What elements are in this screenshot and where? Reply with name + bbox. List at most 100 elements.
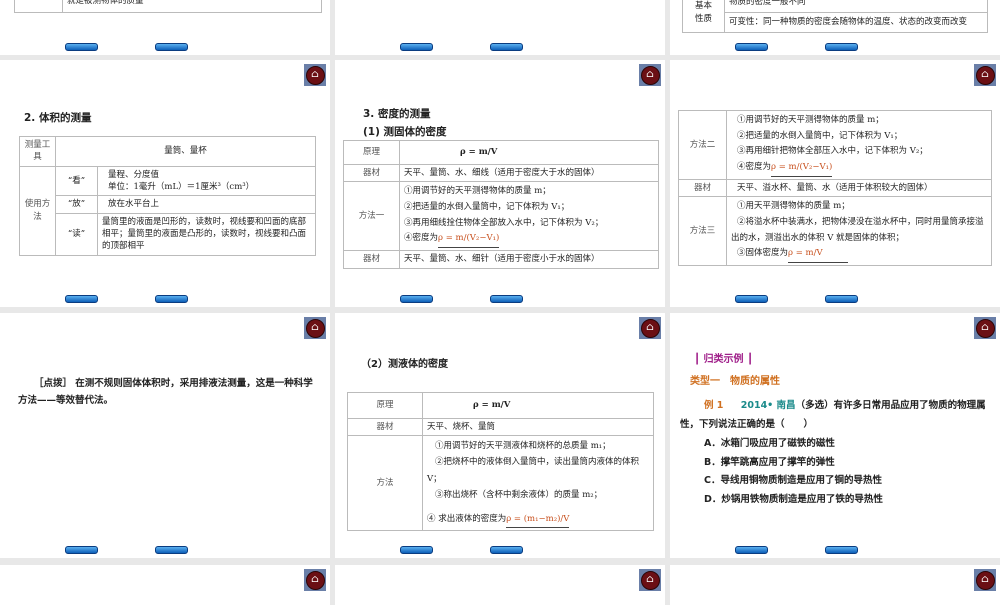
slide-title: 2. 体积的测量 bbox=[24, 112, 92, 124]
slide-subtitle: (1) 测固体的密度 bbox=[363, 126, 447, 138]
slide-thumbnail[interactable]: ⌂ 2. 体积的测量 测量工具 量筒、量杯 使用方法 “看” 量程、分度值 单位：1毫升… bbox=[0, 60, 330, 307]
table-cell: 器材 bbox=[347, 417, 423, 437]
home-icon: ⌂ bbox=[305, 318, 325, 338]
table-cell: ρ = m/V bbox=[399, 140, 659, 165]
table-cell: 就是被测物体的质量 bbox=[62, 0, 322, 13]
table-cell: 器材 bbox=[678, 178, 727, 198]
answer-blank: ρ = m/(V₂−V₁) bbox=[438, 231, 500, 249]
option-d: D．炒锅用铁物质制造是应用了铁的导热性 bbox=[704, 493, 883, 505]
slide-thumbnail[interactable]: ⌂ ［点拨］ 在测不规则固体体积时，采用排液法测量，这是一种科学方法——等效替代… bbox=[0, 313, 330, 558]
home-icon: ⌂ bbox=[975, 570, 995, 590]
table-cell: 器材 bbox=[343, 163, 400, 183]
table-cell: ①用调节好的天平测液体和烧杯的总质量 m₁； ②把烧杯中的液体倒入量筒中，读出量筒… bbox=[422, 435, 654, 532]
prev-page-button[interactable] bbox=[65, 43, 98, 51]
table-cell: 放在水平台上 bbox=[97, 195, 316, 214]
prev-page-button[interactable] bbox=[400, 295, 433, 303]
slide-thumbnail[interactable]: ⌂ （2）测液体的密度 原理 ρ = m/V 器材 天平、烧杯、量筒 方法 ①用调节… bbox=[335, 313, 665, 558]
table-cell: “读” bbox=[55, 212, 98, 256]
home-button[interactable]: ⌂ bbox=[639, 64, 661, 86]
table-cell: 基本 性质 bbox=[682, 0, 725, 33]
table-cell: 物质的密度一般不同 bbox=[724, 0, 988, 13]
home-icon: ⌂ bbox=[640, 318, 660, 338]
table-cell: 天平、烧杯、量筒 bbox=[422, 417, 654, 437]
home-icon: ⌂ bbox=[975, 318, 995, 338]
option-list: A．冰箱门吸应用了磁铁的磁性 B．撑竿跳高应用了撑竿的弹性 C．导线用铜物质制造… bbox=[704, 435, 883, 509]
table: 基本 性质 物质的密度一般不同 可变性：同一种物质的密度会随物体的温度、状态的改变而… bbox=[682, 0, 988, 33]
next-page-button[interactable] bbox=[825, 43, 858, 51]
option-c: C．导线用铜物质制造是应用了铜的导热性 bbox=[704, 475, 882, 487]
slide-thumbnail[interactable] bbox=[335, 0, 665, 55]
prev-page-button[interactable] bbox=[735, 43, 768, 51]
next-page-button[interactable] bbox=[490, 295, 523, 303]
tip-text: ［点拨］ 在测不规则固体体积时，采用排液法测量，这是一种科学方法——等效替代法。 bbox=[18, 378, 313, 407]
slide-title: 3. 密度的测量 bbox=[363, 108, 431, 120]
table-cell: 方法 bbox=[347, 435, 423, 532]
home-button[interactable]: ⌂ bbox=[974, 64, 996, 86]
home-icon: ⌂ bbox=[975, 65, 995, 85]
slide-thumbnail[interactable]: ⌂ ┃ 归类示例 ┃ 类型一 物质的属性 例 1 2014• 南昌（多选）有许多… bbox=[670, 313, 1000, 558]
table-cell: ①用调节好的天平测得物体的质量 m； ②把适量的水倒入量筒中，记下体积为 V₁； ③… bbox=[399, 181, 659, 252]
home-button[interactable]: ⌂ bbox=[304, 64, 326, 86]
home-icon: ⌂ bbox=[640, 570, 660, 590]
type-heading: 类型一 物质的属性 bbox=[690, 376, 780, 387]
home-button[interactable]: ⌂ bbox=[639, 317, 661, 339]
slide-thumbnail[interactable]: 就是被测物体的质量 bbox=[0, 0, 330, 55]
slide-thumbnail[interactable]: 基本 性质 物质的密度一般不同 可变性：同一种物质的密度会随物体的温度、状态的改变而… bbox=[670, 0, 1000, 55]
prev-page-button[interactable] bbox=[65, 546, 98, 554]
table-cell: 量筒、量杯 bbox=[55, 136, 316, 167]
next-page-button[interactable] bbox=[155, 295, 188, 303]
slide-thumbnail[interactable]: ⌂ bbox=[0, 565, 330, 605]
option-a: A．冰箱门吸应用了磁铁的磁性 bbox=[704, 438, 835, 449]
table-cell: ①用调节好的天平测得物体的质量 m； ②把适量的水倒入量筒中，记下体积为 V₁； ③… bbox=[726, 110, 992, 180]
home-icon: ⌂ bbox=[640, 65, 660, 85]
next-page-button[interactable] bbox=[490, 43, 523, 51]
slide-thumbnail[interactable]: ⌂ 3. 密度的测量 (1) 测固体的密度 原理 ρ = m/V 器材 天平、量筒、… bbox=[335, 60, 665, 307]
prev-page-button[interactable] bbox=[400, 43, 433, 51]
table-cell: 方法二 bbox=[678, 110, 727, 180]
table: 原理 ρ = m/V 器材 天平、烧杯、量筒 方法 ①用调节好的天平测液体和烧杯的总… bbox=[347, 392, 654, 532]
answer-blank: ρ = (m₁−m₂)/V bbox=[506, 511, 570, 529]
option-b: B．撑竿跳高应用了撑竿的弹性 bbox=[704, 456, 835, 468]
table-cell: 使用方法 bbox=[19, 165, 56, 256]
table-cell: “看” bbox=[55, 165, 98, 197]
table-cell: 方法三 bbox=[678, 196, 727, 267]
home-icon: ⌂ bbox=[305, 570, 325, 590]
table-cell: 器材 bbox=[343, 250, 400, 269]
slide-thumbnail[interactable]: ⌂ 方法二 ①用调节好的天平测得物体的质量 m； ②把适量的水倒入量筒中，记下体积… bbox=[670, 60, 1000, 307]
table-cell: 量筒里的液面是凹形的，读数时，视线要和凹面的底部相平；量筒里的液面是凸形的，读数… bbox=[97, 212, 316, 256]
table-cell: 测量工具 bbox=[19, 136, 56, 167]
home-button[interactable]: ⌂ bbox=[304, 569, 326, 591]
table-cell: 可变性：同一种物质的密度会随物体的温度、状态的改变而改变 bbox=[724, 12, 988, 33]
table-cell: 天平、量筒、水、细针（适用于密度小于水的固体） bbox=[399, 250, 659, 269]
next-page-button[interactable] bbox=[825, 295, 858, 303]
next-page-button[interactable] bbox=[155, 43, 188, 51]
table-cell: 原理 bbox=[343, 140, 400, 165]
table: 就是被测物体的质量 bbox=[14, 0, 322, 13]
table-cell: 天平、溢水杯、量筒、水（适用于体积较大的固体） bbox=[726, 178, 992, 198]
prev-page-button[interactable] bbox=[400, 546, 433, 554]
home-button[interactable]: ⌂ bbox=[974, 317, 996, 339]
table-cell: “放” bbox=[55, 195, 98, 214]
table-cell: ρ = m/V bbox=[422, 392, 654, 419]
slide-thumbnail[interactable]: ⌂ bbox=[670, 565, 1000, 605]
home-button[interactable]: ⌂ bbox=[974, 569, 996, 591]
slide-thumbnail[interactable]: ⌂ bbox=[335, 565, 665, 605]
answer-blank: ρ = m/(V₂−V₁) bbox=[771, 160, 833, 177]
next-page-button[interactable] bbox=[490, 546, 523, 554]
home-icon: ⌂ bbox=[305, 65, 325, 85]
prev-page-button[interactable] bbox=[65, 295, 98, 303]
table: 原理 ρ = m/V 器材 天平、量筒、水、细线（适用于密度大于水的固体） 方法一 … bbox=[343, 140, 659, 269]
next-page-button[interactable] bbox=[825, 546, 858, 554]
home-button[interactable]: ⌂ bbox=[304, 317, 326, 339]
section-heading: ┃ 归类示例 ┃ bbox=[694, 354, 754, 365]
prev-page-button[interactable] bbox=[735, 546, 768, 554]
next-page-button[interactable] bbox=[155, 546, 188, 554]
table-cell: 方法一 bbox=[343, 181, 400, 252]
table: 方法二 ①用调节好的天平测得物体的质量 m； ②把适量的水倒入量筒中，记下体积为 … bbox=[678, 110, 992, 267]
table-cell: 量程、分度值 单位：1毫升（mL）＝1厘米³（cm³） bbox=[97, 165, 316, 197]
prev-page-button[interactable] bbox=[735, 295, 768, 303]
table-cell: 天平、量筒、水、细线（适用于密度大于水的固体） bbox=[399, 163, 659, 183]
table-cell: ①用天平测得物体的质量 m； ②将溢水杯中装满水，把物体浸没在溢水杯中，同时用量筒… bbox=[726, 196, 992, 267]
home-button[interactable]: ⌂ bbox=[639, 569, 661, 591]
example-question: 例 1 2014• 南昌（多选）有许多日常用品应用了物质的物理属性，下列说法正确… bbox=[680, 400, 986, 430]
